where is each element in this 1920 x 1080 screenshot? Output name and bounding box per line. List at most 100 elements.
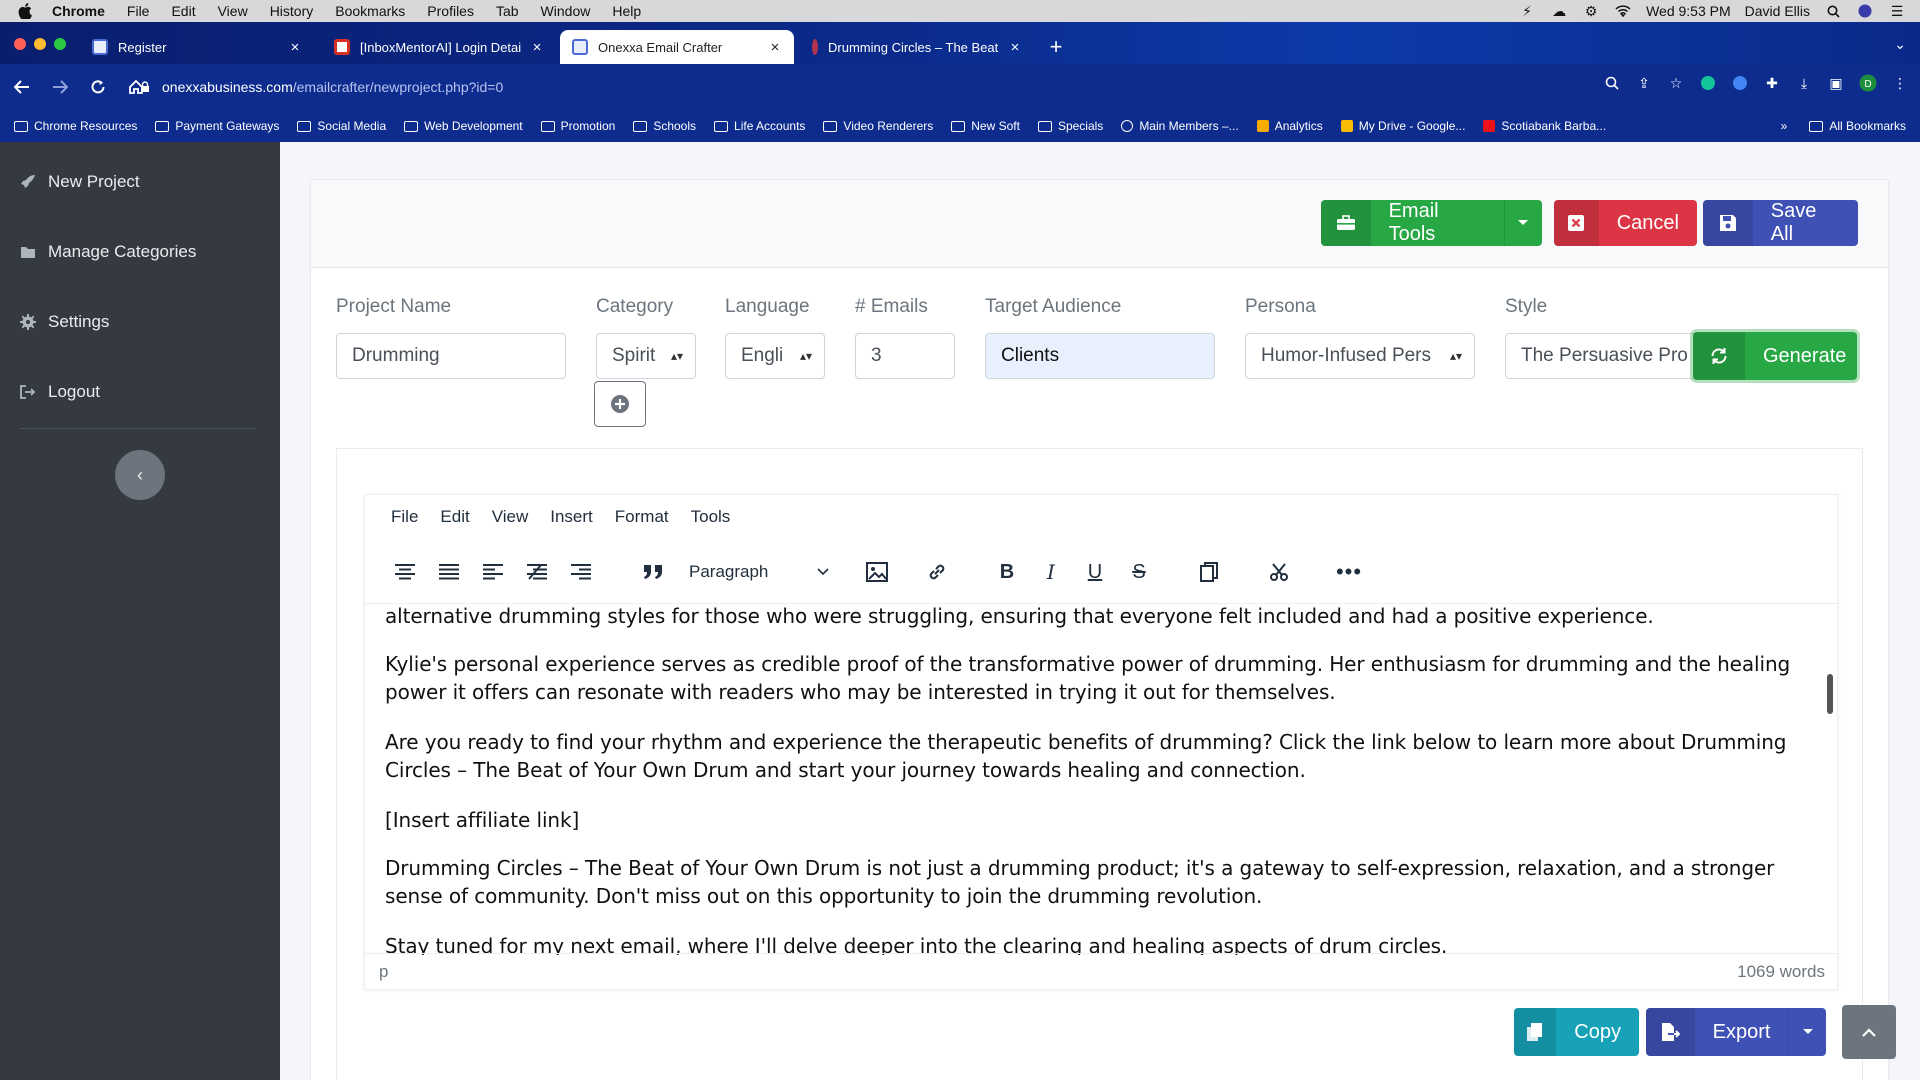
bookmark-link[interactable]: Scotiabank Barba... bbox=[1483, 119, 1606, 133]
tab-close-icon[interactable]: × bbox=[288, 39, 302, 56]
menubar-window[interactable]: Window bbox=[541, 3, 591, 19]
control-icon[interactable]: ⚙ bbox=[1582, 3, 1600, 19]
menubar-bookmarks[interactable]: Bookmarks bbox=[335, 3, 405, 19]
back-arrow-icon[interactable] bbox=[6, 71, 38, 103]
editor-content-area[interactable]: alternative drumming styles for those wh… bbox=[365, 603, 1839, 955]
menubar-app-name[interactable]: Chrome bbox=[52, 3, 105, 19]
side-panel-icon[interactable]: ▣ bbox=[1826, 73, 1846, 93]
strikethrough-icon[interactable]: S bbox=[1117, 555, 1161, 589]
bookmark-link[interactable]: Main Members –... bbox=[1121, 119, 1239, 133]
siri-icon[interactable] bbox=[1856, 4, 1874, 18]
control-center-icon[interactable]: ☰ bbox=[1888, 3, 1906, 19]
bookmark-folder[interactable]: Schools bbox=[633, 119, 696, 133]
tab-register[interactable]: Register × bbox=[80, 30, 314, 64]
apple-icon[interactable] bbox=[18, 3, 38, 19]
export-button[interactable]: Export bbox=[1646, 1008, 1826, 1056]
wifi-icon[interactable] bbox=[1614, 4, 1632, 18]
lock-icon[interactable] bbox=[140, 81, 150, 93]
bookmark-folder[interactable]: Payment Gateways bbox=[155, 119, 279, 133]
spotlight-search-icon[interactable] bbox=[1824, 4, 1842, 18]
share-icon[interactable]: ⇪ bbox=[1634, 73, 1654, 93]
bookmark-folder[interactable]: Specials bbox=[1037, 119, 1103, 133]
more-ellipsis-icon[interactable]: ••• bbox=[1327, 555, 1371, 589]
target-audience-input[interactable]: Clients bbox=[985, 333, 1215, 379]
language-select[interactable]: Engli ▴▾ bbox=[725, 333, 825, 379]
minimize-window-button[interactable] bbox=[34, 38, 46, 50]
email-tools-button[interactable]: Email Tools bbox=[1321, 200, 1542, 246]
bookmark-folder[interactable]: Chrome Resources bbox=[14, 119, 137, 133]
extension-blue-icon[interactable] bbox=[1730, 73, 1750, 93]
word-count[interactable]: 1069 words bbox=[1737, 962, 1825, 982]
bookmark-star-icon[interactable]: ☆ bbox=[1666, 73, 1686, 93]
caret-down-icon[interactable] bbox=[1788, 1008, 1826, 1056]
emails-count-input[interactable]: 3 bbox=[855, 333, 955, 379]
bookmark-link[interactable]: Analytics bbox=[1256, 119, 1323, 133]
element-path[interactable]: p bbox=[379, 962, 388, 982]
menubar-help[interactable]: Help bbox=[612, 3, 641, 19]
cloud-icon[interactable]: ☁ bbox=[1550, 3, 1568, 19]
cancel-button[interactable]: Cancel bbox=[1554, 200, 1697, 246]
sidebar-collapse-button[interactable]: ‹ bbox=[115, 450, 165, 500]
tab-close-icon[interactable]: × bbox=[530, 39, 544, 56]
extensions-puzzle-icon[interactable]: ✚ bbox=[1762, 73, 1782, 93]
menubar-file[interactable]: File bbox=[127, 3, 150, 19]
scroll-to-top-button[interactable] bbox=[1842, 1005, 1896, 1059]
maximize-window-button[interactable] bbox=[54, 38, 66, 50]
align-right-icon[interactable] bbox=[559, 555, 603, 589]
all-bookmarks-folder[interactable]: All Bookmarks bbox=[1809, 119, 1906, 133]
bookmark-folder[interactable]: Web Development bbox=[404, 119, 523, 133]
blockquote-icon[interactable] bbox=[631, 555, 675, 589]
menubar-clock[interactable]: Wed 9:53 PM bbox=[1646, 3, 1731, 19]
tab-search-chevron-icon[interactable]: ⌄ bbox=[1894, 36, 1906, 53]
address-bar[interactable]: onexxabusiness.com/emailcrafter/newproje… bbox=[140, 71, 1570, 103]
sidebar-item-logout[interactable]: Logout bbox=[20, 382, 100, 402]
tab-onexxa-email-crafter[interactable]: Onexxa Email Crafter × bbox=[560, 30, 794, 64]
align-center-icon[interactable] bbox=[383, 555, 427, 589]
style-select[interactable]: The Persuasive Pro bbox=[1505, 333, 1705, 379]
category-select[interactable]: Spirit ▴▾ bbox=[596, 333, 696, 379]
clear-format-icon[interactable] bbox=[515, 555, 559, 589]
browser-menu-kebab-icon[interactable]: ⋮ bbox=[1890, 73, 1910, 93]
close-window-button[interactable] bbox=[14, 38, 26, 50]
editor-scrollbar-thumb[interactable] bbox=[1827, 674, 1833, 714]
sidebar-item-new-project[interactable]: New Project bbox=[20, 172, 140, 192]
download-icon[interactable]: ⤓ bbox=[1794, 73, 1814, 93]
bookmark-link[interactable]: My Drive - Google... bbox=[1340, 119, 1465, 133]
bookmark-folder[interactable]: Life Accounts bbox=[714, 119, 805, 133]
bookmark-folder[interactable]: New Soft bbox=[951, 119, 1020, 133]
menubar-profiles[interactable]: Profiles bbox=[427, 3, 474, 19]
menubar-tab[interactable]: Tab bbox=[496, 3, 519, 19]
underline-icon[interactable]: U bbox=[1073, 555, 1117, 589]
reload-icon[interactable] bbox=[82, 71, 114, 103]
align-left-icon[interactable] bbox=[471, 555, 515, 589]
tab-inboxmentor[interactable]: [InboxMentorAI] Login Details × bbox=[322, 30, 556, 64]
profile-avatar-icon[interactable]: D bbox=[1858, 73, 1878, 93]
save-all-button[interactable]: Save All bbox=[1703, 200, 1858, 246]
editor-menu-file[interactable]: File bbox=[391, 507, 418, 527]
bold-icon[interactable]: B bbox=[985, 555, 1029, 589]
menubar-user[interactable]: David Ellis bbox=[1745, 3, 1810, 19]
editor-menu-format[interactable]: Format bbox=[615, 507, 669, 527]
align-justify-icon[interactable] bbox=[427, 555, 471, 589]
editor-menu-insert[interactable]: Insert bbox=[550, 507, 593, 527]
sidebar-item-manage-categories[interactable]: Manage Categories bbox=[20, 242, 196, 262]
menubar-edit[interactable]: Edit bbox=[171, 3, 195, 19]
sidebar-item-settings[interactable]: Settings bbox=[20, 312, 109, 332]
menubar-view[interactable]: View bbox=[218, 3, 248, 19]
editor-menu-tools[interactable]: Tools bbox=[691, 507, 731, 527]
copy-button[interactable]: Copy bbox=[1514, 1008, 1639, 1056]
bookmark-folder[interactable]: Video Renderers bbox=[823, 119, 933, 133]
add-category-button[interactable] bbox=[594, 381, 646, 427]
italic-icon[interactable]: I bbox=[1029, 555, 1073, 589]
editor-menu-edit[interactable]: Edit bbox=[440, 507, 469, 527]
extension-grammarly-icon[interactable] bbox=[1698, 73, 1718, 93]
block-format-select[interactable]: Paragraph bbox=[679, 555, 839, 589]
copy-icon[interactable] bbox=[1187, 555, 1231, 589]
link-icon[interactable] bbox=[915, 555, 959, 589]
zoom-icon[interactable] bbox=[1602, 73, 1622, 93]
project-name-input[interactable]: Drumming bbox=[336, 333, 566, 379]
editor-menu-view[interactable]: View bbox=[492, 507, 529, 527]
bookmark-folder[interactable]: Social Media bbox=[297, 119, 386, 133]
image-icon[interactable] bbox=[855, 555, 899, 589]
new-tab-plus-icon[interactable]: + bbox=[1044, 36, 1068, 60]
